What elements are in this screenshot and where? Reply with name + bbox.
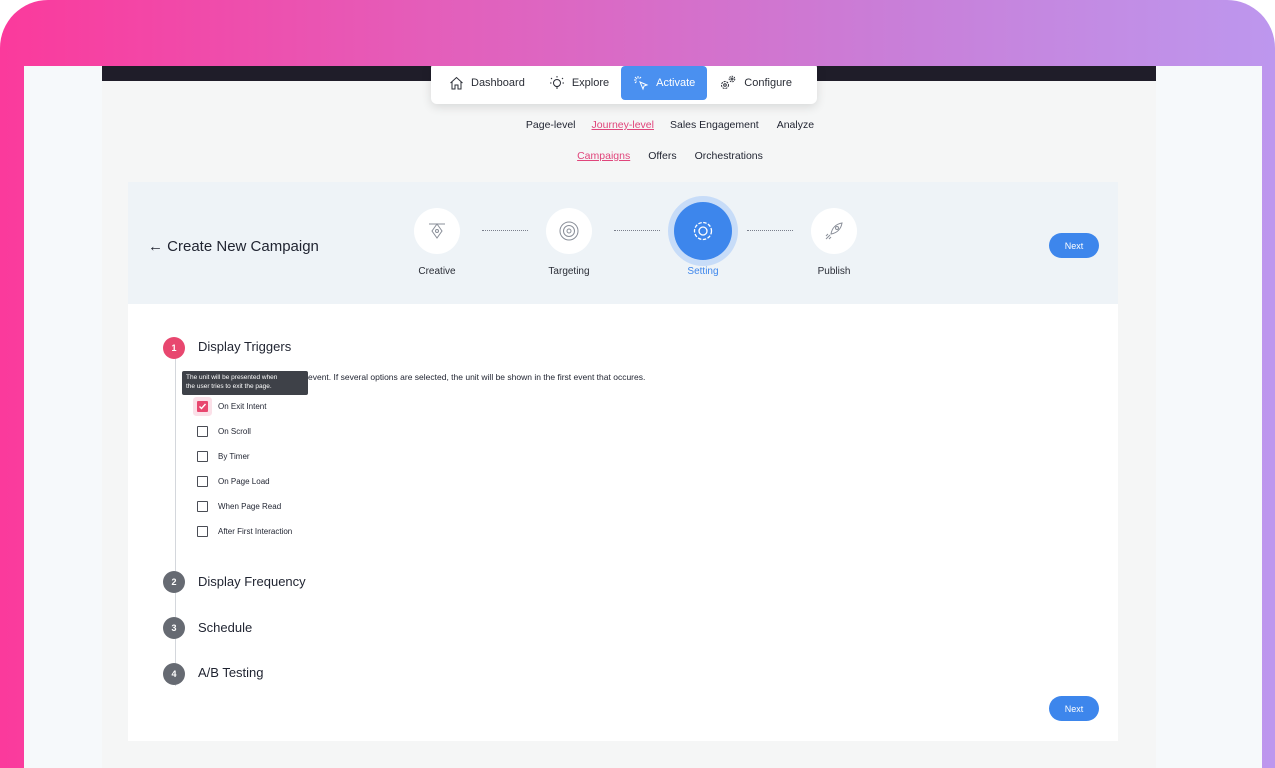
step-setting-circle (674, 202, 732, 260)
nav-configure-label: Configure (744, 77, 792, 89)
campaign-wizard-header: ← Create New Campaign Creative Targeting… (128, 182, 1118, 304)
option-label: When Page Read (218, 502, 282, 511)
section-number-1: 1 (163, 337, 185, 359)
home-icon (450, 76, 463, 90)
nav-dashboard-label: Dashboard (471, 77, 525, 89)
checkbox[interactable] (197, 501, 208, 512)
option-by-timer[interactable]: By Timer (197, 451, 250, 462)
subnav-journey-level[interactable]: Journey-level (592, 119, 654, 131)
settings-gear-icon (693, 221, 713, 241)
step-publish-circle (811, 208, 857, 254)
option-on-exit-intent[interactable]: On Exit Intent (197, 401, 266, 412)
subnav-page-level[interactable]: Page-level (526, 119, 576, 131)
section-title-display-triggers[interactable]: Display Triggers (198, 339, 291, 354)
step-setting[interactable]: Setting (658, 202, 748, 277)
checkbox[interactable] (197, 476, 208, 487)
section-number-4: 4 (163, 663, 185, 685)
step-setting-label: Setting (687, 266, 719, 277)
nav-configure-button[interactable]: Configure (707, 66, 804, 100)
subnav-secondary: Campaigns Offers Orchestrations (51, 150, 1262, 162)
rocket-icon (825, 222, 843, 240)
option-label: On Page Load (218, 477, 270, 486)
option-after-first-interaction[interactable]: After First Interaction (197, 526, 292, 537)
subnav-sales-engagement[interactable]: Sales Engagement (670, 119, 759, 131)
step-targeting-circle (546, 208, 592, 254)
checkbox-checked[interactable] (197, 401, 208, 412)
step-targeting[interactable]: Targeting (524, 208, 614, 277)
next-button-top[interactable]: Next (1049, 233, 1099, 258)
step-connector (747, 230, 793, 231)
section-number-3: 3 (163, 617, 185, 639)
checkmark-icon (199, 403, 207, 410)
checkbox[interactable] (197, 526, 208, 537)
option-label: On Scroll (218, 427, 251, 436)
step-creative-label: Creative (418, 266, 456, 277)
step-creative-circle (414, 208, 460, 254)
nav-dashboard-button[interactable]: Dashboard (437, 66, 537, 100)
section-title-ab-testing[interactable]: A/B Testing (198, 665, 264, 680)
pen-tool-icon (429, 223, 445, 239)
nav-explore-button[interactable]: Explore (537, 66, 621, 100)
nav-activate-button[interactable]: Activate (621, 66, 708, 100)
step-connector (482, 230, 528, 231)
settings-content: 1 Display Triggers event. If several opt… (128, 304, 1118, 741)
triggers-description: event. If several options are selected, … (308, 372, 646, 382)
back-create-campaign[interactable]: ← Create New Campaign (148, 238, 319, 255)
nav-activate-label: Activate (656, 77, 696, 89)
section-title-schedule[interactable]: Schedule (198, 620, 252, 635)
option-when-page-read[interactable]: When Page Read (197, 501, 281, 512)
step-creative[interactable]: Creative (392, 208, 482, 277)
tooltip-line-2: the user tries to exit the page. (186, 382, 272, 390)
next-button-bottom[interactable]: Next (1049, 696, 1099, 721)
lightbulb-icon (549, 76, 564, 89)
step-publish-label: Publish (817, 266, 851, 277)
cursor-click-icon (634, 76, 649, 91)
option-label: On Exit Intent (218, 402, 267, 411)
subnav-analyze[interactable]: Analyze (777, 119, 814, 131)
main-nav: Dashboard Explore Activate Configure (431, 66, 817, 104)
tooltip-line-1: The unit will be presented when (186, 374, 278, 381)
subnav-primary: Page-level Journey-level Sales Engagemen… (51, 119, 1262, 131)
nav-explore-label: Explore (571, 77, 610, 89)
gears-icon (721, 75, 736, 89)
step-targeting-label: Targeting (548, 266, 590, 277)
step-publish[interactable]: Publish (789, 208, 879, 277)
app-window: Dashboard Explore Activate Configure Pag… (24, 66, 1262, 768)
option-on-page-load[interactable]: On Page Load (197, 476, 270, 487)
option-label: By Timer (218, 452, 250, 461)
target-icon (559, 221, 579, 241)
option-on-scroll[interactable]: On Scroll (197, 426, 251, 437)
subnav-orchestrations[interactable]: Orchestrations (695, 150, 763, 162)
option-label: After First Interaction (218, 527, 293, 536)
section-title-display-frequency[interactable]: Display Frequency (198, 574, 306, 589)
section-number-2: 2 (163, 571, 185, 593)
subnav-campaigns[interactable]: Campaigns (577, 150, 630, 162)
step-connector (614, 230, 660, 231)
exit-intent-tooltip: The unit will be presented when the user… (182, 371, 308, 395)
subnav-offers[interactable]: Offers (648, 150, 676, 162)
checkbox[interactable] (197, 451, 208, 462)
checkbox[interactable] (197, 426, 208, 437)
